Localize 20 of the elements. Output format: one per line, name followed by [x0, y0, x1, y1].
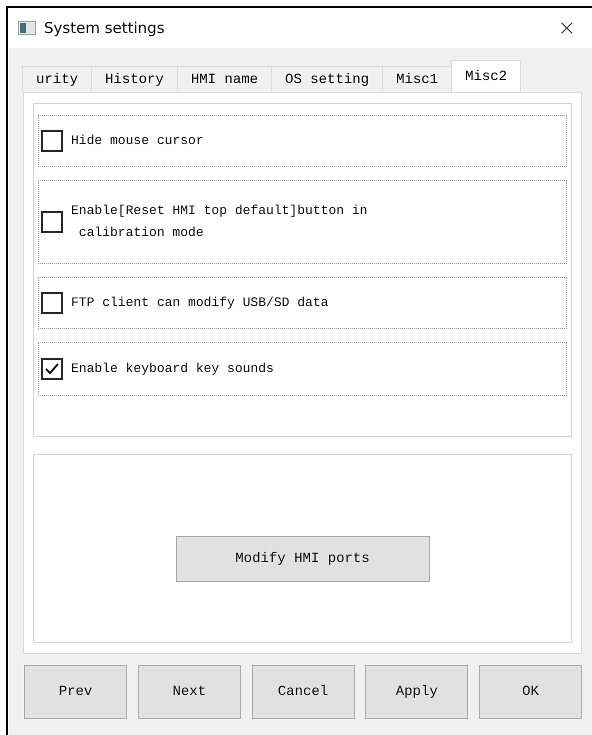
- checkbox[interactable]: [41, 130, 63, 152]
- option-label: Enable[Reset HMI top default]button in calibration mode: [71, 202, 368, 242]
- close-button[interactable]: ×: [558, 16, 576, 40]
- modify-ports-button[interactable]: Modify HMI ports: [176, 536, 430, 582]
- option-label: FTP client can modify USB/SD data: [71, 294, 328, 312]
- dialog-button[interactable]: Apply: [365, 665, 468, 719]
- dialog-button[interactable]: OK: [479, 665, 582, 719]
- checkbox[interactable]: [41, 292, 63, 314]
- check-icon: [45, 363, 59, 375]
- dialog-button[interactable]: Prev: [24, 665, 127, 719]
- window-icon: [18, 21, 36, 35]
- option-label: Hide mouse cursor: [71, 132, 204, 150]
- tab[interactable]: urity: [22, 66, 92, 92]
- tab[interactable]: Misc2: [451, 60, 522, 92]
- option-label: Enable keyboard key sounds: [71, 360, 274, 378]
- dialog-button[interactable]: Cancel: [252, 665, 354, 719]
- window-title: System settings: [44, 19, 166, 37]
- checkbox[interactable]: [41, 358, 63, 380]
- checkbox[interactable]: [41, 211, 63, 233]
- dialog-button[interactable]: Next: [138, 665, 241, 719]
